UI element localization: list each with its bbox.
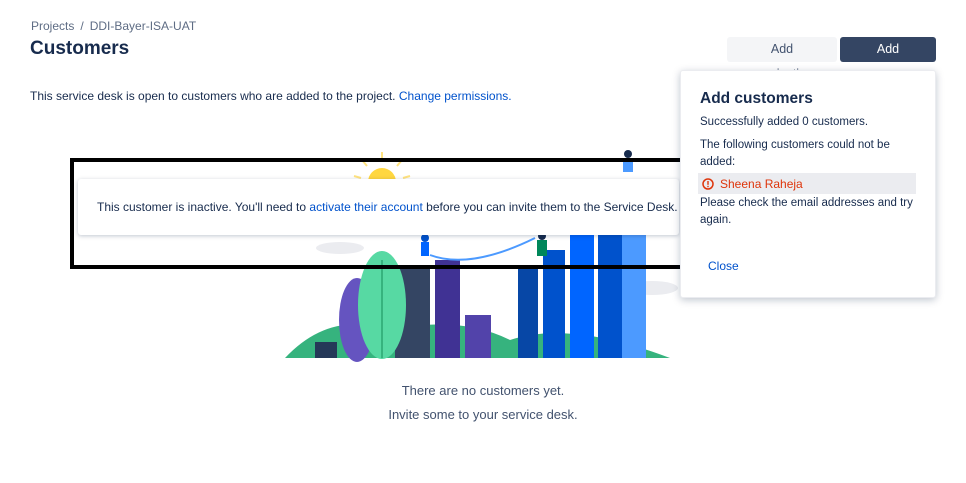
add-customers-dialog: Add customers Successfully added 0 custo…: [680, 70, 936, 298]
breadcrumb-separator: /: [80, 19, 84, 33]
activate-account-link[interactable]: activate their account: [309, 200, 422, 214]
toast-text-before: This customer is inactive. You'll need t…: [97, 200, 310, 214]
close-link[interactable]: Close: [708, 259, 739, 273]
toast-text-after: before you can invite them to the Servic…: [422, 200, 678, 214]
inactive-customer-toast: This customer is inactive. You'll need t…: [78, 179, 679, 235]
intro-description: This service desk is open to customers w…: [30, 89, 396, 103]
empty-state-illustration: [285, 150, 678, 362]
failed-customer-row: Sheena Raheja: [698, 173, 916, 194]
failed-customer-name: Sheena Raheja: [720, 176, 803, 191]
error-icon: [702, 177, 714, 190]
intro-text: This service desk is open to customers w…: [30, 89, 512, 103]
success-message: Successfully added 0 customers.: [700, 116, 869, 128]
add-customers-button[interactable]: Add customers: [840, 37, 936, 81]
check-emails-message: Please check the email addresses and try…: [700, 197, 913, 226]
change-permissions-link[interactable]: Change permissions.: [399, 89, 512, 103]
dialog-title: Add customers: [700, 90, 813, 107]
breadcrumb-project-link[interactable]: DDI-Bayer-ISA-UAT: [90, 19, 196, 33]
failed-message: The following customers could not be add…: [700, 139, 890, 168]
breadcrumb-projects-link[interactable]: Projects: [31, 19, 74, 33]
empty-state-subtitle: Invite some to your service desk.: [388, 407, 578, 422]
breadcrumb: Projects / DDI-Bayer-ISA-UAT: [31, 19, 196, 33]
empty-state-title: There are no customers yet.: [401, 383, 565, 398]
page-title: Customers: [30, 38, 130, 59]
add-organizations-button[interactable]: Add organizations: [727, 37, 837, 81]
